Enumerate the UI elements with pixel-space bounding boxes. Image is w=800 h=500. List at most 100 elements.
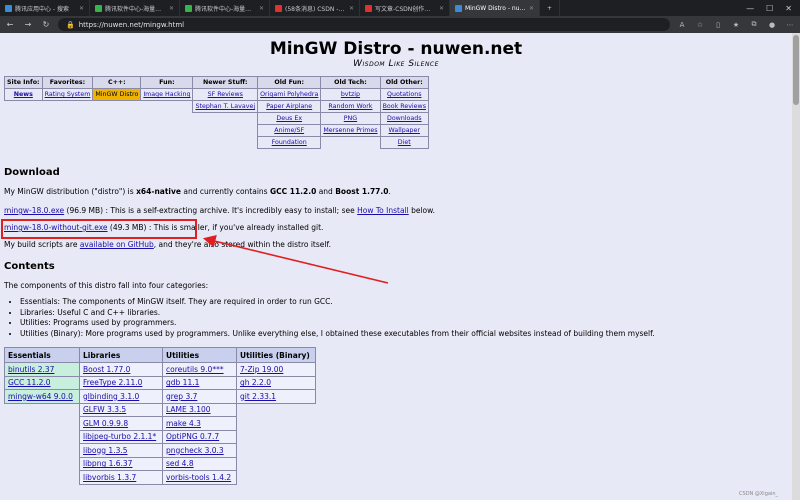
browser-tab[interactable]: (58条消息) CSDN - 专业开发者社区 ✕ [270,0,360,16]
nav-link[interactable]: Book Reviews [383,103,426,110]
mingw-exe-link[interactable]: mingw-18.0.exe [4,206,64,215]
package-link[interactable]: libjpeg-turbo 2.1.1* [83,432,156,441]
package-link[interactable]: libpng 1.6.37 [83,459,132,468]
package-link[interactable]: libogg 1.3.5 [83,446,128,455]
nav-link[interactable]: Quotations [387,91,421,98]
package-link[interactable]: gh 2.2.0 [240,378,271,387]
tab-title: 腾讯应用中心 - 搜索 [15,5,69,13]
nav-link[interactable]: Deus Ex [276,115,302,122]
new-tab-button[interactable]: + [540,0,560,16]
exe-description: (96.9 MB) : This is a self-extracting ar… [64,206,358,215]
package-link[interactable]: coreutils 9.0*** [166,365,224,374]
package-link[interactable]: vorbis-tools 1.4.2 [166,473,231,482]
browser-tab[interactable]: 腾讯软件中心-海量软件高速下载 ✕ [180,0,270,16]
tab-favicon-icon [275,4,282,12]
nav-link[interactable]: Rating System [45,91,91,98]
package-link[interactable]: 7-Zip 19.00 [240,365,283,374]
tab-title: MinGW Distro - nuwen.net [465,4,526,12]
collections-icon[interactable]: ⧉ [748,20,760,29]
address-bar-row: ← → ↻ 🔒 https://nuwen.net/mingw.html A ☆… [0,16,800,33]
intro-text: and currently contains [180,187,270,196]
nav-link[interactable]: Origami Polyhedra [260,91,318,98]
package-link[interactable]: mingw-w64 9.0.0 [8,392,73,401]
back-icon[interactable]: ← [4,20,16,29]
nav-link[interactable]: News [14,91,33,98]
list-item: Utilities (Binary): More programs used b… [20,329,655,340]
package-link[interactable]: make 4.3 [166,419,201,428]
close-window-icon[interactable]: ✕ [785,4,792,13]
exe-download-line: mingw-18.0.exe (96.9 MB) : This is a sel… [4,206,435,215]
package-link[interactable]: sed 4.8 [166,459,194,468]
intro-bold: GCC 11.2.0 [269,187,317,196]
vertical-scrollbar[interactable] [792,33,800,500]
refresh-icon[interactable]: ↻ [40,20,52,29]
package-link[interactable]: glbinding 3.1.0 [83,392,139,401]
package-link[interactable]: grep 3.7 [166,392,197,401]
split-screen-icon[interactable]: ▯ [712,21,724,29]
web-page: MinGW Distro - nuwen.net Wisdom Like Sil… [0,33,792,500]
package-link[interactable]: libvorbis 1.3.7 [83,473,136,482]
github-link[interactable]: available on GitHub [80,240,154,249]
tab-close-icon[interactable]: ✕ [259,5,264,12]
tab-close-icon[interactable]: ✕ [349,5,354,12]
nav-link[interactable]: bvtzip [341,91,360,98]
favorites-icon[interactable]: ★ [730,21,742,29]
package-link[interactable]: git 2.33.1 [240,392,276,401]
exe-description-end: below. [408,206,435,215]
nav-header: Old Fun: [257,76,322,89]
favorite-icon[interactable]: ☆ [694,21,706,29]
package-link[interactable]: GCC 11.2.0 [8,378,51,387]
table-row: libvorbis 1.3.7 vorbis-tools 1.4.2 [5,470,316,485]
tab-close-icon[interactable]: ✕ [439,5,444,12]
package-link[interactable]: OptiPNG 0.7.7 [166,432,219,441]
forward-icon[interactable]: → [22,20,34,29]
package-link[interactable]: LAME 3.100 [166,405,211,414]
maximize-icon[interactable]: ☐ [766,4,773,13]
browser-tab[interactable]: 写文章-CSDN创作中心 ✕ [360,0,450,16]
browser-tab[interactable]: 腾讯软件中心-海量软件高速下载 ✕ [90,0,180,16]
package-link[interactable]: Boost 1.77.0 [83,365,130,374]
browser-tab[interactable]: 腾讯应用中心 - 搜索 ✕ [0,0,90,16]
table-row: GLM 0.9.9.8 make 4.3 [5,416,316,431]
intro-bold: x64-native [136,187,181,196]
how-to-install-link[interactable]: How To Install [357,206,409,215]
package-link[interactable]: GLFW 3.3.5 [83,405,126,414]
list-item: Essentials: The components of MinGW itse… [20,297,655,308]
url-field[interactable]: 🔒 https://nuwen.net/mingw.html [58,18,670,31]
nav-header: Favorites: [41,76,94,89]
nav-link[interactable]: Image Hacking [143,91,190,98]
nav-link[interactable]: Random Work [328,103,372,110]
package-link[interactable]: GLM 0.9.9.8 [83,419,128,428]
nav-link[interactable]: Diet [398,139,411,146]
nav-link[interactable]: PNG [344,115,357,122]
site-navigation-table: Site Info: Favorites: C++: Fun: Newer St… [4,76,429,149]
tab-favicon-icon [365,4,372,12]
package-link[interactable]: pngcheck 3.0.3 [166,446,224,455]
list-item: Utilities: Programs used by programmers. [20,318,655,329]
nav-link[interactable]: Anime/SF [274,127,304,134]
tab-title: 写文章-CSDN创作中心 [375,5,436,13]
nav-header: Site Info: [4,76,43,89]
nav-link[interactable]: Mersenne Primes [323,127,377,134]
table-header: Utilities (Binary) [236,347,316,363]
tab-title: 腾讯软件中心-海量软件高速下载 [195,5,256,13]
package-link[interactable]: FreeType 2.11.0 [83,378,142,387]
scrollbar-thumb[interactable] [793,35,799,105]
profile-icon[interactable]: ● [766,21,778,29]
package-link[interactable]: binutils 2.37 [8,365,54,374]
intro-text: and [316,187,336,196]
minimize-icon[interactable]: — [746,4,754,13]
nav-link[interactable]: SF Reviews [208,91,243,98]
tab-close-icon[interactable]: ✕ [79,5,84,12]
package-link[interactable]: gdb 11.1 [166,378,199,387]
nav-link[interactable]: Downloads [387,115,422,122]
nav-link[interactable]: Wallpaper [389,127,421,134]
nav-link[interactable]: Foundation [272,139,307,146]
nav-link[interactable]: Paper Airplane [266,103,312,110]
read-aloud-icon[interactable]: A [676,21,688,29]
tab-close-icon[interactable]: ✕ [529,5,534,12]
nav-link[interactable]: Stephan T. Lavavej [195,103,255,110]
browser-tab-active[interactable]: MinGW Distro - nuwen.net ✕ [450,0,540,16]
more-menu-icon[interactable]: ⋯ [784,21,796,29]
tab-close-icon[interactable]: ✕ [169,5,174,12]
